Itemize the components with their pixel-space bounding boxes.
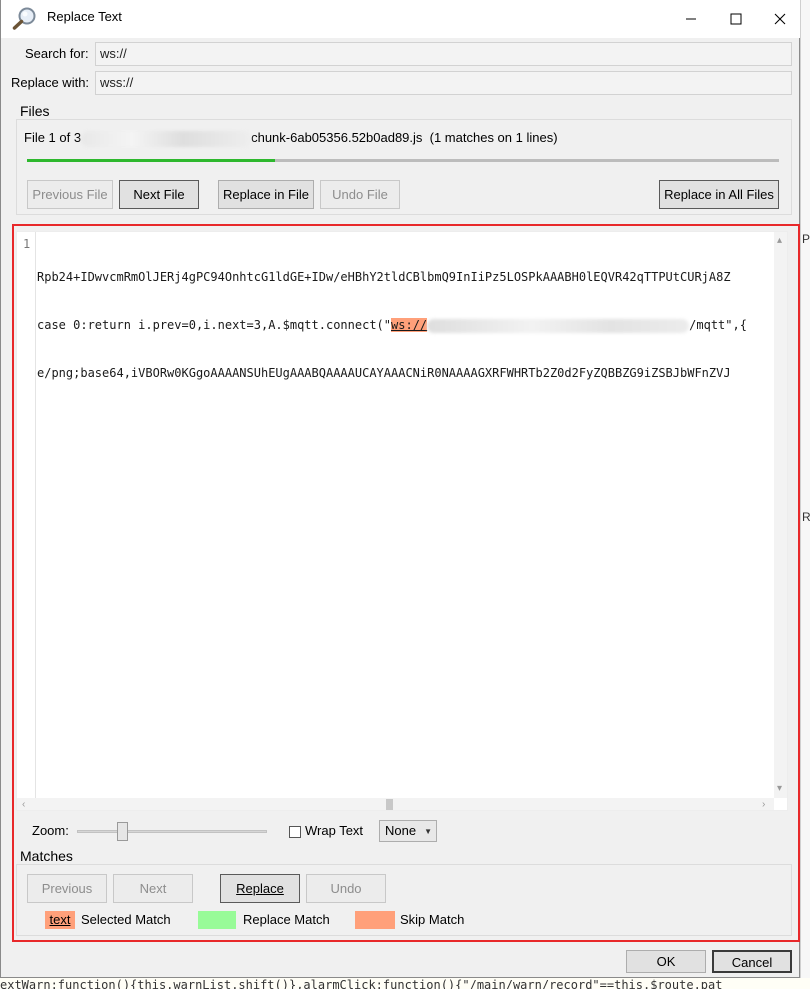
file-status: File 1 of 3 chunk-6ab05356.52b0ad89.js (1… bbox=[24, 130, 784, 148]
replace-in-file-button[interactable]: Replace in File bbox=[218, 180, 314, 209]
background-code-text: extWarn:function(){this.warnList.shift()… bbox=[0, 978, 723, 989]
cancel-button[interactable]: Cancel bbox=[712, 950, 792, 973]
close-icon[interactable] bbox=[770, 10, 790, 28]
replace-text-dialog: Replace Text Search for: ws:// Replace w… bbox=[0, 0, 800, 978]
background-code-strip: extWarn:function(){this.warnList.shift()… bbox=[0, 978, 810, 989]
replace-label: Replace with: bbox=[11, 75, 90, 90]
match-summary: (1 matches on 1 lines) bbox=[429, 130, 558, 145]
previous-file-button[interactable]: Previous File bbox=[27, 180, 113, 209]
background-fragment: Pa bbox=[802, 232, 810, 246]
redacted-path bbox=[81, 130, 252, 147]
files-section-title: Files bbox=[20, 103, 50, 119]
next-file-button[interactable]: Next File bbox=[119, 180, 199, 209]
magnifier-icon bbox=[12, 7, 36, 30]
window-title: Replace Text bbox=[47, 9, 122, 24]
file-progress-fill bbox=[27, 159, 276, 162]
replace-input[interactable]: wss:// bbox=[95, 71, 792, 95]
file-name: chunk-6ab05356.52b0ad89.js bbox=[251, 130, 423, 145]
maximize-icon[interactable] bbox=[726, 10, 746, 28]
search-input[interactable]: ws:// bbox=[95, 42, 792, 66]
file-counter: File 1 of 3 bbox=[24, 130, 82, 145]
search-label: Search for: bbox=[25, 46, 89, 61]
undo-file-button[interactable]: Undo File bbox=[320, 180, 400, 209]
title-bar[interactable]: Replace Text bbox=[1, 0, 800, 38]
ok-button[interactable]: OK bbox=[626, 950, 706, 973]
replace-all-files-button[interactable]: Replace in All Files bbox=[659, 180, 779, 209]
highlight-frame bbox=[12, 224, 800, 942]
minimize-icon[interactable] bbox=[681, 10, 701, 28]
file-progress-bar bbox=[27, 159, 779, 162]
background-app-edge: Pa Re bbox=[800, 0, 810, 989]
background-fragment: Re bbox=[802, 510, 810, 524]
